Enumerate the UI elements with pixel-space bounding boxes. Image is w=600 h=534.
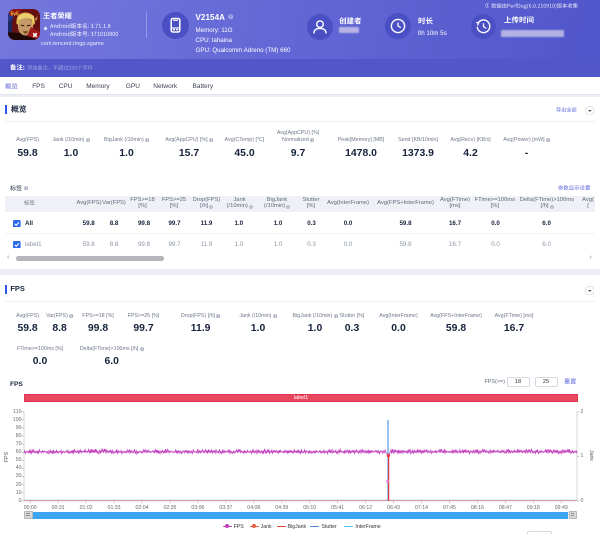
svg-text:5v5: 5v5 (11, 12, 20, 18)
